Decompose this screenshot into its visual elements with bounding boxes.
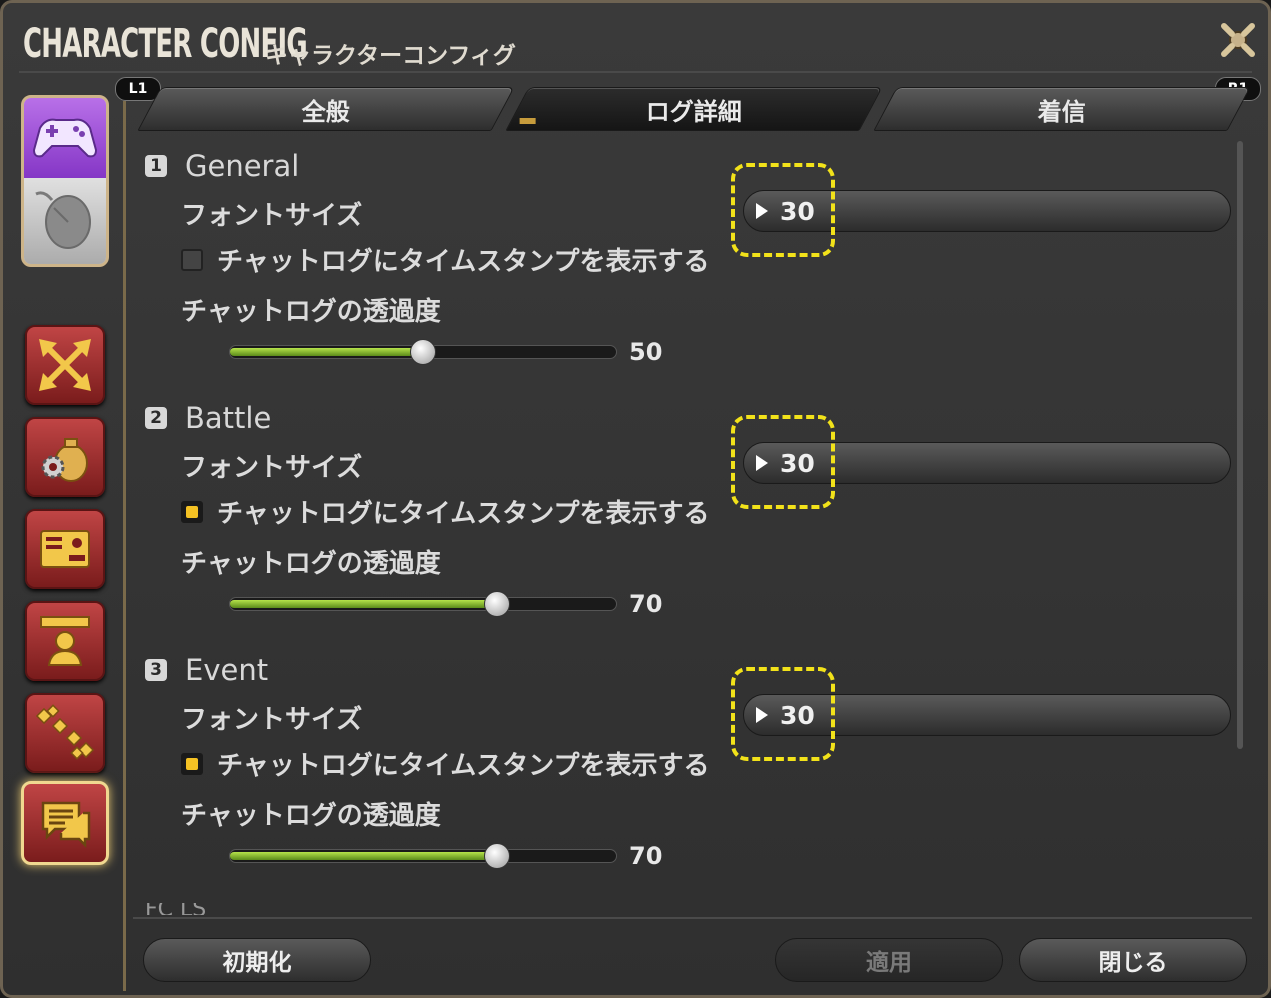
reset-button[interactable]: 初期化 — [143, 938, 371, 982]
profile-icon — [40, 616, 90, 666]
slider-handle[interactable] — [484, 843, 510, 869]
timestamp-checkbox[interactable] — [181, 752, 203, 775]
opacity-slider[interactable] — [229, 339, 617, 365]
sidebar-item-character[interactable] — [25, 601, 105, 681]
apply-button[interactable]: 適用 — [775, 938, 1003, 982]
opacity-label: チャットログの透過度 — [181, 549, 441, 579]
slider-fill — [230, 348, 420, 356]
chain-icon — [35, 704, 95, 760]
font-size-value: 30 — [780, 700, 815, 730]
font-size-label: フォントサイズ — [181, 453, 363, 483]
font-size-label: フォントサイズ — [181, 201, 363, 231]
section-number-badge: 3 — [145, 659, 167, 681]
timestamp-option[interactable]: チャットログにタイムスタンプを表示する — [181, 493, 709, 530]
opacity-slider[interactable] — [229, 591, 617, 617]
timestamp-label: チャットログにタイムスタンプを表示する — [217, 247, 710, 277]
font-size-dropdown[interactable]: 30 — [743, 442, 1231, 484]
sidebar-item-party[interactable] — [25, 693, 105, 773]
tab-bar: 全般 ログ詳細 着信 — [135, 87, 1251, 131]
slider-handle[interactable] — [410, 339, 436, 365]
slider-fill — [230, 600, 496, 608]
dropdown-arrow-icon — [756, 707, 768, 723]
title-divider — [19, 71, 1252, 73]
section-number-badge: 2 — [145, 407, 167, 429]
footer-divider — [133, 917, 1252, 919]
section-title: General — [185, 149, 300, 183]
timestamp-option[interactable]: チャットログにタイムスタンプを表示する — [181, 241, 709, 278]
tab-incoming[interactable]: 着信 — [873, 87, 1251, 131]
font-size-value: 30 — [780, 448, 815, 478]
close-window-icon[interactable] — [1215, 17, 1261, 63]
timestamp-label: チャットログにタイムスタンプを表示する — [217, 751, 710, 781]
sidebar-item-hud[interactable] — [25, 325, 105, 405]
id-card-icon — [40, 530, 90, 568]
gear-bag-icon — [41, 438, 88, 482]
content-scrollbar[interactable] — [1237, 141, 1243, 749]
slider-handle[interactable] — [484, 591, 510, 617]
timestamp-option[interactable]: チャットログにタイムスタンプを表示する — [181, 745, 709, 782]
tab-log-details[interactable]: ログ詳細 — [505, 87, 883, 131]
font-size-dropdown[interactable]: 30 — [743, 694, 1231, 736]
section-number-badge: 1 — [145, 155, 167, 177]
tab-incoming-label: 着信 — [1038, 97, 1086, 126]
gamepad-mode[interactable] — [24, 98, 106, 178]
timestamp-checkbox[interactable] — [181, 500, 203, 523]
mouse-icon — [35, 191, 91, 249]
sidebar-item-nameplates[interactable] — [25, 509, 105, 589]
next-section-header-clipped: FC LS — [145, 903, 265, 915]
section-title: Event — [185, 653, 269, 687]
font-size-dropdown[interactable]: 30 — [743, 190, 1231, 232]
dropdown-arrow-icon — [756, 455, 768, 471]
active-tab-marker — [519, 118, 536, 124]
slider-fill — [230, 852, 496, 860]
mouse-mode[interactable] — [24, 178, 106, 264]
section-title: FC LS — [145, 903, 265, 915]
opacity-label: チャットログの透過度 — [181, 297, 441, 327]
arrows-icon — [39, 339, 91, 391]
gamepad-icon — [32, 118, 98, 158]
dropdown-arrow-icon — [756, 203, 768, 219]
font-size-value: 30 — [780, 196, 815, 226]
character-config-window: CHARACTER CONFIG キャラクターコンフィグ L1 R1 全般 ログ… — [0, 0, 1271, 998]
opacity-value: 70 — [629, 590, 663, 618]
font-size-label: フォントサイズ — [181, 705, 363, 735]
sidebar-item-chat-log[interactable] — [21, 781, 109, 865]
opacity-label: チャットログの透過度 — [181, 801, 441, 831]
opacity-slider[interactable] — [229, 843, 617, 869]
opacity-value: 50 — [629, 338, 663, 366]
tab-log-details-label: ログ詳細 — [646, 97, 742, 126]
timestamp-checkbox[interactable] — [181, 248, 203, 271]
section-general-header: 1 General — [145, 149, 299, 183]
tab-general-label: 全般 — [302, 97, 350, 126]
section-event-header: 3 Event — [145, 653, 268, 687]
window-subtitle: キャラクターコンフィグ — [265, 43, 516, 69]
timestamp-label: チャットログにタイムスタンプを表示する — [217, 499, 710, 529]
section-title: Battle — [185, 401, 272, 435]
opacity-value: 70 — [629, 842, 663, 870]
close-button[interactable]: 閉じる — [1019, 938, 1247, 982]
chat-log-icon — [41, 801, 91, 849]
section-battle-header: 2 Battle — [145, 401, 271, 435]
sidebar-item-items[interactable] — [25, 417, 105, 497]
sidebar-divider — [123, 101, 126, 991]
tab-general[interactable]: 全般 — [137, 87, 515, 131]
input-device-toggle[interactable] — [21, 95, 109, 267]
